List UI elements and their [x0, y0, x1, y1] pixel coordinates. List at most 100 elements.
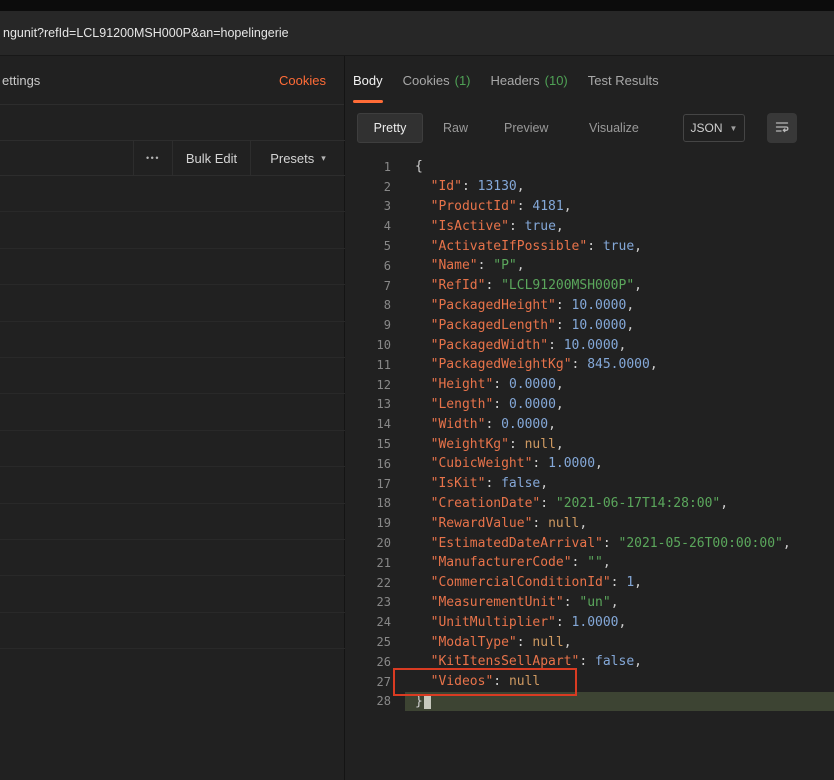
view-mode-raw[interactable]: Raw	[443, 113, 468, 143]
code-text: "Width": 0.0000,	[430, 416, 556, 432]
code-line[interactable]: 10 "PackagedWidth": 10.0000,	[345, 335, 834, 355]
code-line[interactable]: 25 "ModalType": null,	[345, 632, 834, 652]
url-input[interactable]: ngunit?refId=LCL91200MSH000P&an=hopeling…	[3, 26, 289, 40]
line-number: 10	[376, 338, 391, 353]
view-mode-visualize[interactable]: Visualize	[589, 113, 639, 143]
tab-headers-label: Headers	[490, 73, 540, 88]
request-panel: ettings Cookies ••• Bulk Edit Presets ▾	[0, 56, 345, 780]
code-text: "MeasurementUnit": "un",	[430, 594, 619, 610]
kv-row[interactable]	[0, 358, 345, 395]
request-url-bar[interactable]: ngunit?refId=LCL91200MSH000P&an=hopeling…	[0, 11, 834, 56]
view-mode-preview[interactable]: Preview	[504, 113, 548, 143]
tab-settings[interactable]: ettings	[2, 56, 40, 105]
code-line[interactable]: 16 "CubicWeight": 1.0000,	[345, 454, 834, 474]
tab-test-results[interactable]: Test Results	[588, 56, 659, 105]
line-number: 11	[376, 357, 391, 372]
wrap-text-icon	[774, 119, 790, 138]
code-line[interactable]: 1{	[345, 157, 834, 177]
bulk-edit-button[interactable]: Bulk Edit	[173, 141, 251, 175]
kv-row[interactable]	[0, 613, 345, 650]
more-options-button[interactable]: •••	[134, 141, 173, 175]
kv-row[interactable]	[0, 322, 345, 358]
headers-count-badge: (10)	[544, 73, 568, 88]
code-line[interactable]: 9 "PackagedLength": 10.0000,	[345, 315, 834, 335]
code-text: "ActivateIfPossible": true,	[430, 238, 642, 254]
kv-row[interactable]	[0, 467, 345, 504]
code-line[interactable]: 6 "Name": "P",	[345, 256, 834, 276]
code-line[interactable]: 4 "IsActive": true,	[345, 216, 834, 236]
view-mode-pretty[interactable]: Pretty	[357, 113, 423, 143]
code-text: "CubicWeight": 1.0000,	[430, 456, 603, 472]
code-line[interactable]: 28}	[345, 691, 834, 712]
code-line[interactable]: 7 "RefId": "LCL91200MSH000P",	[345, 276, 834, 296]
code-line[interactable]: 2 "Id": 13130,	[345, 177, 834, 197]
line-number: 7	[383, 278, 391, 293]
line-number: 23	[376, 595, 391, 610]
code-text: "IsActive": true,	[430, 218, 564, 234]
line-number: 12	[376, 377, 391, 392]
kv-row[interactable]	[0, 504, 345, 540]
cookies-link[interactable]: Cookies	[279, 56, 326, 105]
tab-test-results-label: Test Results	[587, 73, 659, 88]
code-text: {	[415, 159, 423, 175]
presets-button[interactable]: Presets ▾	[251, 141, 345, 175]
code-text: "PackagedWeightKg": 845.0000,	[430, 357, 658, 373]
code-line[interactable]: 21 "ManufacturerCode": "",	[345, 553, 834, 573]
kv-row[interactable]	[0, 431, 345, 468]
code-line[interactable]: 5 "ActivateIfPossible": true,	[345, 236, 834, 256]
code-line[interactable]: 17 "IsKit": false,	[345, 474, 834, 494]
presets-label: Presets	[270, 150, 315, 166]
kv-row[interactable]	[0, 285, 345, 322]
kv-table-body	[0, 176, 345, 650]
response-panel: Body Cookies (1) Headers (10) Test Resul…	[345, 56, 834, 780]
kv-row[interactable]	[0, 394, 345, 431]
code-text: "Videos": null	[430, 674, 541, 690]
code-line[interactable]: 14 "Width": 0.0000,	[345, 414, 834, 434]
code-line[interactable]: 11 "PackagedWeightKg": 845.0000,	[345, 355, 834, 375]
tab-body-label: Body	[353, 73, 383, 88]
code-line[interactable]: 24 "UnitMultiplier": 1.0000,	[345, 612, 834, 632]
code-line[interactable]: 19 "RewardValue": null,	[345, 513, 834, 533]
tab-cookies[interactable]: Cookies (1)	[403, 56, 471, 105]
kv-row[interactable]	[0, 176, 345, 213]
line-number: 20	[376, 536, 391, 551]
line-number: 3	[383, 199, 391, 214]
tab-headers[interactable]: Headers (10)	[491, 56, 568, 105]
code-editor[interactable]: 1{2 "Id": 13130, 3 "ProductId": 4181, 4 "I…	[345, 157, 834, 780]
tab-cookies-label: Cookies	[402, 73, 450, 88]
line-number: 14	[376, 417, 391, 432]
wrap-text-button[interactable]	[767, 113, 797, 143]
api-client-window: ngunit?refId=LCL91200MSH000P&an=hopeling…	[0, 0, 834, 780]
tab-body[interactable]: Body	[353, 56, 383, 105]
chevron-down-icon: ▾	[321, 152, 326, 163]
format-dropdown[interactable]: JSON ▼	[683, 114, 745, 142]
code-line[interactable]: 27 "Videos": null	[345, 672, 834, 692]
kv-row[interactable]	[0, 212, 345, 249]
code-text: "PackagedWidth": 10.0000,	[430, 337, 627, 353]
code-text: "KitItensSellApart": false,	[430, 654, 642, 670]
code-text: "PackagedLength": 10.0000,	[430, 317, 635, 333]
code-line[interactable]: 20 "EstimatedDateArrival": "2021-05-26T0…	[345, 533, 834, 553]
line-number: 15	[376, 437, 391, 452]
code-text: "ProductId": 4181,	[430, 198, 572, 214]
kv-row[interactable]	[0, 540, 345, 577]
kv-toolbar: ••• Bulk Edit Presets ▾	[0, 140, 345, 176]
kv-row[interactable]	[0, 576, 345, 613]
code-line[interactable]: 22 "CommercialConditionId": 1,	[345, 573, 834, 593]
code-line[interactable]: 12 "Height": 0.0000,	[345, 375, 834, 395]
code-text: "ManufacturerCode": "",	[430, 555, 611, 571]
code-text: "ModalType": null,	[430, 634, 572, 650]
code-line[interactable]: 23 "MeasurementUnit": "un",	[345, 593, 834, 613]
code-line[interactable]: 8 "PackagedHeight": 10.0000,	[345, 296, 834, 316]
kv-row[interactable]	[0, 249, 345, 286]
code-line[interactable]: 15 "WeightKg": null,	[345, 434, 834, 454]
line-number: 21	[376, 555, 391, 570]
code-line[interactable]: 18 "CreationDate": "2021-06-17T14:28:00"…	[345, 494, 834, 514]
response-tabs: Body Cookies (1) Headers (10) Test Resul…	[345, 56, 834, 105]
code-text: "IsKit": false,	[430, 476, 549, 492]
line-number: 1	[383, 159, 391, 174]
code-line[interactable]: 13 "Length": 0.0000,	[345, 395, 834, 415]
code-line[interactable]: 26 "KitItensSellApart": false,	[345, 652, 834, 672]
code-text: "UnitMultiplier": 1.0000,	[430, 614, 627, 630]
code-line[interactable]: 3 "ProductId": 4181,	[345, 197, 834, 217]
